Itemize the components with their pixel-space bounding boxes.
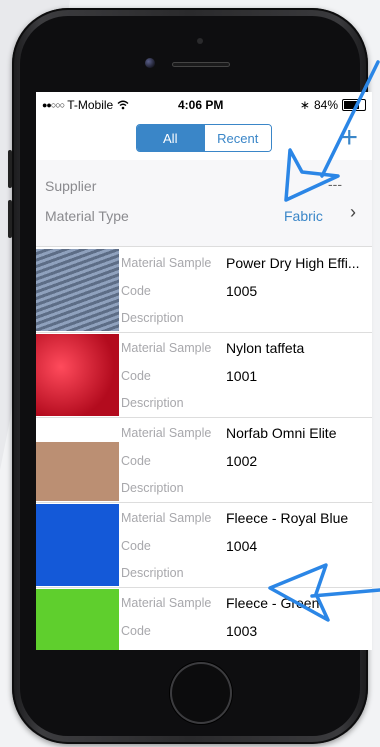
signal-strength: ●●○○○ [42,100,65,110]
material-name: Fleece - Royal Blue [226,510,349,526]
status-bar: ●●○○○ T-Mobile 4:06 PM ∗ 84% [36,92,372,118]
material-thumbnail [36,504,119,586]
materials-list: Material Sample Power Dry High Effi... Cod… [36,248,372,650]
material-thumbnail [36,334,119,416]
description-label: Description [121,481,184,495]
supplier-value[interactable]: --- [328,176,342,192]
material-name: Norfab Omni Elite [226,425,337,441]
front-camera-icon [145,58,155,68]
segment-recent[interactable]: Recent [203,125,271,151]
wifi-icon [117,100,129,110]
supplier-label: Supplier [45,178,97,194]
code-label: Code [121,454,151,468]
chevron-right-icon[interactable]: › [350,202,356,223]
carrier-name: T-Mobile [67,98,114,112]
material-type-value[interactable]: Fabric [284,208,323,224]
status-time: 4:06 PM [178,98,224,112]
code-label: Code [121,624,151,638]
material-code: 1004 [226,538,258,554]
list-item[interactable]: Material Sample Nylon taffeta Code 1001 Desc… [36,333,372,418]
add-button[interactable]: + [340,118,358,158]
app-screen: ●●○○○ T-Mobile 4:06 PM ∗ 84% All Recent … [36,92,372,650]
volume-button [8,150,12,188]
speaker-grille [172,62,230,67]
material-name: Fleece - Green [226,595,320,611]
material-thumbnail [36,419,119,501]
code-label: Code [121,369,151,383]
code-label: Code [121,539,151,553]
list-item[interactable]: Material Sample Norfab Omni Elite Code 1002… [36,418,372,503]
list-item[interactable]: Material Sample Fleece - Royal Blue Code 10… [36,503,372,588]
status-right: ∗ 84% [300,98,366,112]
segment-all[interactable]: All [137,125,204,151]
filter-panel: Supplier --- Material Type Fabric › [36,160,372,247]
segmented-control: All Recent [136,124,272,152]
code-label: Code [121,284,151,298]
material-code: 1001 [226,368,258,384]
list-item[interactable]: Material Sample Power Dry High Effi... Cod… [36,248,372,333]
bluetooth-icon: ∗ [299,98,310,112]
list-item[interactable]: Material SampleFleece - GreenCode1003Des… [36,588,372,650]
material-name: Nylon taffeta [226,340,305,356]
sample-label: Material Sample [121,256,212,270]
material-name: Power Dry High Effi... [226,255,360,271]
material-code: 1003 [226,623,258,639]
sensor-icon [197,38,203,44]
material-type-label: Material Type [45,208,129,224]
sample-label: Material Sample [121,596,212,610]
navigation-bar: All Recent + [36,118,372,160]
description-label: Description [121,396,184,410]
sample-label: Material Sample [121,511,212,525]
description-label: Description [121,566,184,580]
description-label: Description [121,311,184,325]
material-thumbnail [36,249,119,331]
material-thumbnail [36,589,119,650]
battery-percent: 84% [313,98,338,112]
sample-label: Material Sample [121,341,212,355]
material-code: 1005 [226,283,258,299]
material-code: 1002 [226,453,258,469]
volume-button [8,200,12,238]
sample-label: Material Sample [121,426,212,440]
home-button[interactable] [170,662,232,724]
battery-icon [342,99,366,111]
